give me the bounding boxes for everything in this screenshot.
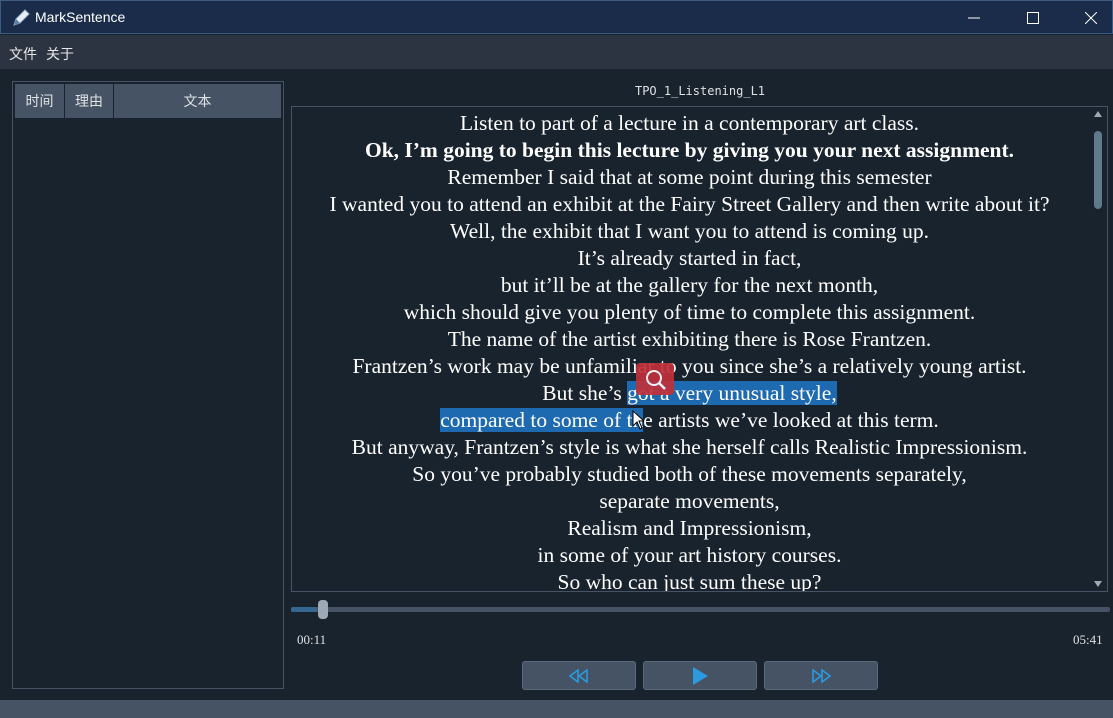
transcript-line[interactable]: compared to some of the artists we’ve lo… — [292, 407, 1087, 434]
marks-table: 时间 理由 文本 — [12, 81, 284, 689]
vertical-scrollbar[interactable] — [1093, 111, 1103, 587]
transcript-line[interactable]: Realism and Impressionism, — [292, 515, 1087, 542]
transcript-line[interactable]: I wanted you to attend an exhibit at the… — [292, 191, 1087, 218]
minimize-icon — [968, 17, 980, 18]
transcript-line[interactable]: Well, the exhibit that I want you to att… — [292, 218, 1087, 245]
scroll-down-arrow-icon[interactable] — [1094, 581, 1102, 587]
window-title: MarkSentence — [35, 9, 126, 25]
transcript-line[interactable]: But anyway, Frantzen’s style is what she… — [292, 434, 1087, 461]
cursor-icon — [632, 410, 644, 430]
transcript-line[interactable]: in some of your art history courses. — [292, 542, 1087, 569]
scroll-up-arrow-icon[interactable] — [1094, 111, 1102, 117]
menu-file[interactable]: 文件 — [9, 44, 37, 64]
current-time: 00:11 — [297, 632, 327, 647]
transcript-text-area[interactable]: Listen to part of a lecture in a contemp… — [291, 106, 1108, 592]
close-icon — [1085, 11, 1097, 24]
line-text-before-selection: But she’s — [542, 381, 628, 405]
column-header-text[interactable]: 文本 — [114, 84, 281, 118]
minimize-button[interactable] — [951, 1, 997, 34]
progress-slider-handle[interactable] — [318, 600, 329, 619]
transcript-line[interactable]: which should give you plenty of time to … — [292, 299, 1087, 326]
fast-forward-icon — [812, 668, 832, 683]
transcript-line[interactable]: So you’ve probably studied both of these… — [292, 461, 1087, 488]
transcript-line[interactable]: Frantzen’s work may be unfamiliar to you… — [292, 353, 1087, 380]
play-button[interactable] — [643, 661, 757, 690]
transcript-line[interactable]: It’s already started in fact, — [292, 245, 1087, 272]
total-time: 05:41 — [1073, 632, 1103, 647]
scrollbar-thumb[interactable] — [1094, 131, 1102, 209]
table-header: 时间 理由 文本 — [15, 84, 281, 118]
menu-about[interactable]: 关于 — [46, 44, 74, 64]
close-button[interactable] — [1068, 1, 1113, 34]
play-icon — [693, 666, 708, 685]
status-bar — [0, 700, 1113, 718]
transcript-line-bold: Ok, I’m going to begin this lecture by g… — [364, 138, 1015, 162]
transcript-line[interactable]: but it’ll be at the gallery for the next… — [292, 272, 1087, 299]
transcript-line[interactable]: Ok, I’m going to begin this lecture by g… — [292, 137, 1087, 164]
rewind-icon — [568, 668, 588, 683]
transcript-line[interactable]: The name of the artist exhibiting there … — [292, 326, 1087, 353]
selected-text: compared to some of th — [440, 408, 644, 432]
document-title: TPO_1_Listening_L1 — [634, 84, 766, 98]
transcript-line[interactable]: But she’s got a very unusual style, — [292, 380, 1087, 407]
lookup-overlay-button[interactable] — [636, 363, 674, 395]
rewind-button[interactable] — [522, 661, 636, 690]
progress-slider-fill — [291, 607, 318, 612]
transcript-line[interactable]: Listen to part of a lecture in a contemp… — [292, 110, 1087, 137]
progress-slider[interactable] — [291, 607, 1110, 612]
transcript-line[interactable]: separate movements, — [292, 488, 1087, 515]
maximize-icon — [1027, 11, 1039, 24]
column-header-time[interactable]: 时间 — [15, 84, 65, 118]
magnifier-icon — [646, 370, 666, 390]
transcript-line[interactable]: So who can just sum these up? — [292, 569, 1087, 591]
fast-forward-button[interactable] — [764, 661, 878, 690]
title-bar: MarkSentence — [0, 0, 1113, 34]
column-header-reason[interactable]: 理由 — [65, 84, 114, 118]
transcript-line[interactable]: Remember I said that at some point durin… — [292, 164, 1087, 191]
menu-bar: 文件 关于 — [0, 35, 1113, 69]
line-text-after-selection: e artists we’ve looked at this term. — [643, 408, 939, 432]
maximize-button[interactable] — [1010, 1, 1056, 34]
pen-icon — [13, 9, 30, 26]
transcript-lines: Listen to part of a lecture in a contemp… — [292, 110, 1087, 591]
